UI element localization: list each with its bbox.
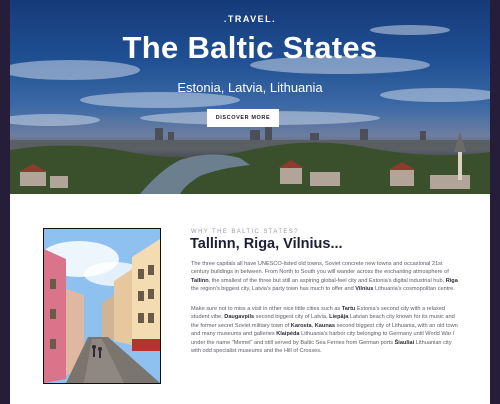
- page: .TRAVEL. The Baltic States Estonia, Latv…: [0, 0, 500, 404]
- city-vilnius: Vilnius: [355, 286, 374, 293]
- text-run: the region's biggest city, Latvia's part…: [191, 286, 356, 293]
- city-tartu: Tartu: [341, 306, 356, 312]
- city-karosta: Karosta: [290, 322, 312, 329]
- hero-title: The Baltic States: [122, 30, 378, 65]
- city-siauliai: Šiauliai: [394, 339, 415, 346]
- section-eyebrow: WHY THE BALTIC STATES?: [191, 229, 299, 235]
- section-title: Tallinn, Riga, Vilnius...: [190, 236, 343, 252]
- city-daugavpils: Daugavpils: [224, 314, 255, 321]
- city-tallinn: Tallinn: [191, 277, 209, 284]
- cities-paragraph: Make sure not to miss a visit in other n…: [191, 305, 459, 355]
- hero-banner: .TRAVEL. The Baltic States Estonia, Latv…: [10, 0, 490, 194]
- old-town-street-photo: [43, 228, 161, 384]
- city-kaunas: Kaunas: [314, 322, 335, 329]
- text-run: Lithuania's cosmopolitan centre.: [373, 286, 455, 293]
- text-run: , the smallest of the three but still an…: [208, 277, 446, 284]
- street-photo-graphic: [44, 229, 160, 383]
- intro-section: WHY THE BALTIC STATES? Tallinn, Riga, Vi…: [10, 194, 490, 404]
- city-riga: Riga: [445, 277, 458, 284]
- right-frame: [490, 0, 500, 404]
- city-liepaja: Liepāja: [329, 314, 349, 321]
- left-frame: [0, 0, 10, 404]
- discover-more-button[interactable]: DISCOVER MORE: [207, 109, 279, 127]
- city-klaipeda: Klaipėda: [276, 331, 300, 338]
- text-run: The three capitals all have UNESCO-liste…: [191, 261, 449, 276]
- capitals-paragraph: The three capitals all have UNESCO-liste…: [191, 260, 459, 294]
- brand-label: .TRAVEL.: [223, 14, 277, 24]
- text-run: second biggest city of Latvia,: [254, 314, 330, 321]
- hero-subtitle: Estonia, Latvia, Lithuania: [177, 80, 323, 95]
- text-run: Make sure not to miss a visit in other n…: [191, 306, 342, 312]
